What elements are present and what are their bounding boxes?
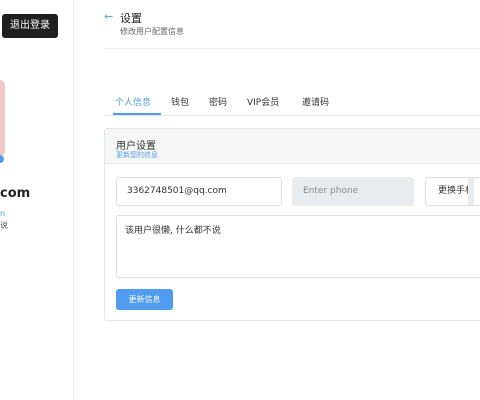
update-info-button[interactable]: 更新信息 (116, 289, 173, 310)
card-header: 用户设置 更新您的信息 (105, 129, 480, 164)
email-field[interactable]: 3362748501@qq.com (116, 177, 282, 206)
tab-wallet[interactable]: 钱包 (171, 95, 189, 108)
tab-invite-code[interactable]: 邀请码 (302, 95, 329, 108)
avatar-badge (0, 155, 4, 163)
active-tab-indicator (113, 113, 161, 115)
tab-profile[interactable]: 个人信息 (115, 95, 151, 108)
button-divider (468, 178, 474, 205)
settings-tabs: 个人信息 钱包 密码 VIP会员 邀请码 (104, 95, 480, 116)
header-divider (104, 48, 480, 49)
user-bio-truncated: 说 (0, 221, 8, 230)
page-subtitle: 修改用户配置信息 (120, 27, 184, 36)
tab-password[interactable]: 密码 (209, 95, 227, 108)
user-settings-card: 用户设置 更新您的信息 3362748501@qq.com Enter phon… (104, 128, 480, 321)
user-email-truncated: com (0, 186, 31, 201)
phone-field[interactable]: Enter phone (292, 177, 414, 206)
card-subtitle: 更新您的信息 (116, 151, 158, 159)
logout-button[interactable]: 退出登录 (2, 14, 58, 38)
tab-vip[interactable]: VIP会员 (247, 95, 279, 108)
avatar (0, 80, 5, 156)
page-title: 设置 (120, 12, 142, 25)
profile-sidebar: 退出登录 com n 说 (0, 0, 74, 400)
back-arrow-icon[interactable]: ← (104, 10, 113, 23)
user-name-truncated: n (0, 209, 6, 218)
bio-textarea[interactable]: 该用户很懒, 什么都不说 (116, 215, 480, 278)
